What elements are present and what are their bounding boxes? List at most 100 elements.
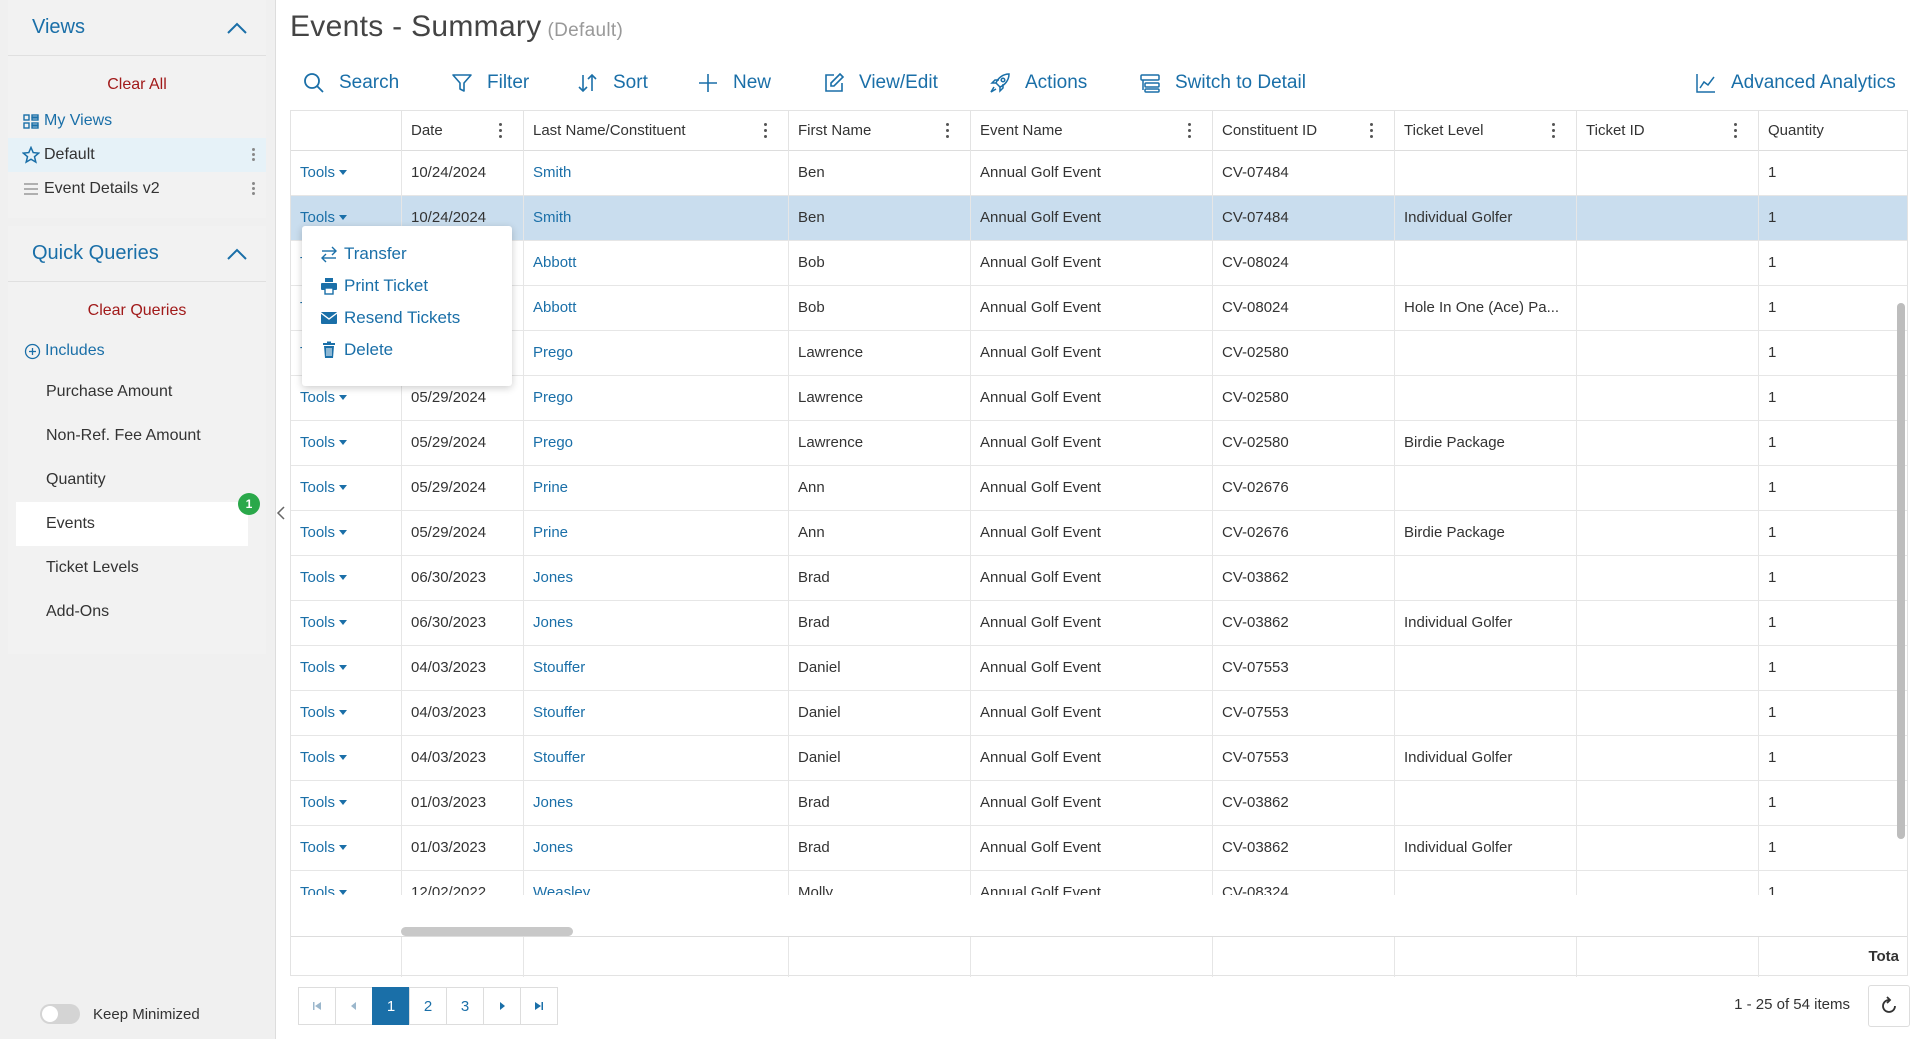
cell-last[interactable]: Jones <box>523 826 788 870</box>
cell-last[interactable]: Jones <box>523 781 788 825</box>
cell-last[interactable]: Jones <box>523 601 788 645</box>
row-tools-button[interactable]: Tools <box>291 646 401 690</box>
menu-item-transfer[interactable]: Transfer <box>302 238 512 270</box>
table-row[interactable]: Tools 06/30/2023 Jones Brad Annual Golf Even… <box>291 556 1907 601</box>
clear-all-link[interactable]: Clear All <box>8 76 266 94</box>
table-row[interactable]: Tools 10/24/2024 Smith Ben Annual Golf Event… <box>291 196 1907 241</box>
table-row[interactable]: Tools 05/29/2024 Prine Ann Annual Golf Event… <box>291 511 1907 556</box>
table-row[interactable]: Tools 10/24/2024 Smith Ben Annual Golf Event… <box>291 151 1907 196</box>
table-row[interactable]: Tools 05/29/2024 Prine Ann Annual Golf Event… <box>291 466 1907 511</box>
cell-last[interactable]: Smith <box>523 151 788 195</box>
last-page-button[interactable] <box>520 987 558 1025</box>
actions-button[interactable]: Actions <box>989 66 1087 100</box>
query-ticket-levels[interactable]: Ticket Levels <box>8 546 266 590</box>
view-item-default[interactable]: Default <box>8 138 266 172</box>
column-header-constituent-id[interactable]: Constituent ID <box>1212 111 1394 151</box>
column-menu-icon[interactable] <box>764 123 768 141</box>
column-header-first-name[interactable]: First Name <box>788 111 970 151</box>
first-page-button[interactable] <box>298 987 336 1025</box>
query-events[interactable]: Events 1 <box>16 493 260 546</box>
table-row[interactable]: Tools 04/03/2023 Stouffer Daniel Annual Golf… <box>291 736 1907 781</box>
sort-button[interactable]: Sort <box>577 66 648 100</box>
vertical-scrollbar[interactable] <box>1897 151 1907 895</box>
keep-minimized[interactable]: Keep Minimized <box>40 1004 200 1024</box>
menu-item-resend-tickets[interactable]: Resend Tickets <box>302 302 512 334</box>
row-tools-button[interactable]: Tools <box>291 826 401 870</box>
table-row[interactable]: Tools 12/02/2022 Weasley Molly Annual Golf E… <box>291 871 1907 895</box>
table-row[interactable]: Tools 04/03/2023 Stouffer Daniel Annual Golf… <box>291 691 1907 736</box>
advanced-analytics-button[interactable]: Advanced Analytics <box>1695 66 1896 100</box>
keep-minimized-toggle[interactable] <box>40 1004 80 1024</box>
menu-item-print-ticket[interactable]: Print Ticket <box>302 270 512 302</box>
view-item-event-details-v2[interactable]: Event Details v2 <box>8 172 266 206</box>
row-tools-button[interactable]: Tools <box>291 511 401 555</box>
chevron-up-icon[interactable] <box>226 247 248 261</box>
more-options-icon[interactable] <box>250 180 256 198</box>
page-2-button[interactable]: 2 <box>409 987 447 1025</box>
cell-last[interactable]: Abbott <box>523 241 788 285</box>
horizontal-scroll-thumb[interactable] <box>401 927 573 936</box>
filter-button[interactable]: Filter <box>451 66 529 100</box>
query-quantity[interactable]: Quantity <box>8 458 266 502</box>
cell-last[interactable]: Prego <box>523 421 788 465</box>
cell-last[interactable]: Weasley <box>523 871 788 895</box>
view-item-my-views[interactable]: My Views <box>8 104 266 138</box>
includes-toggle[interactable]: Includes <box>8 336 266 366</box>
column-menu-icon[interactable] <box>1552 123 1556 141</box>
cell-last[interactable]: Stouffer <box>523 736 788 780</box>
query-add-ons[interactable]: Add-Ons <box>8 590 266 634</box>
table-row[interactable]: ToolsAbbottBobAnnual Golf EventCV-08024H… <box>291 286 1907 331</box>
switch-to-detail-button[interactable]: Switch to Detail <box>1139 66 1306 100</box>
cell-last[interactable]: Jones <box>523 556 788 600</box>
row-tools-button[interactable]: Tools <box>291 556 401 600</box>
cell-last[interactable]: Prine <box>523 466 788 510</box>
query-purchase-amount[interactable]: Purchase Amount <box>8 370 266 414</box>
cell-last[interactable]: Prine <box>523 511 788 555</box>
cell-last[interactable]: Stouffer <box>523 646 788 690</box>
table-row[interactable]: Tools 05/29/2024 Prego Lawrence Annual Golf … <box>291 376 1907 421</box>
page-1-button[interactable]: 1 <box>372 987 410 1025</box>
row-tools-button[interactable]: Tools <box>291 691 401 735</box>
vertical-scroll-thumb[interactable] <box>1897 303 1905 839</box>
quick-queries-header[interactable]: Quick Queries <box>8 226 266 282</box>
more-options-icon[interactable] <box>250 146 256 164</box>
column-menu-icon[interactable] <box>1734 123 1738 141</box>
menu-item-delete[interactable]: Delete <box>302 334 512 366</box>
column-header-date[interactable]: Date <box>401 111 523 151</box>
prev-page-button[interactable] <box>335 987 373 1025</box>
cell-last[interactable]: Prego <box>523 331 788 375</box>
table-row[interactable]: Tools 04/03/2023 Stouffer Daniel Annual Golf… <box>291 646 1907 691</box>
row-tools-button[interactable]: Tools <box>291 151 401 195</box>
row-tools-button[interactable]: Tools <box>291 871 401 895</box>
cell-last[interactable]: Abbott <box>523 286 788 330</box>
row-tools-button[interactable]: Tools <box>291 781 401 825</box>
table-row[interactable]: Tools 01/03/2023 Jones Brad Annual Golf Even… <box>291 781 1907 826</box>
column-menu-icon[interactable] <box>499 123 503 141</box>
next-page-button[interactable] <box>483 987 521 1025</box>
row-tools-button[interactable]: Tools <box>291 736 401 780</box>
refresh-button[interactable] <box>1868 985 1910 1027</box>
query-non-ref-fee-amount[interactable]: Non-Ref. Fee Amount <box>8 414 266 458</box>
table-row[interactable]: Tools 01/03/2023 Jones Brad Annual Golf Even… <box>291 826 1907 871</box>
column-menu-icon[interactable] <box>946 123 950 141</box>
column-header-last-name[interactable]: Last Name/Constituent <box>523 111 788 151</box>
table-row[interactable]: Tools 06/30/2023 Jones Brad Annual Golf Even… <box>291 601 1907 646</box>
cell-last[interactable]: Prego <box>523 376 788 420</box>
chevron-up-icon[interactable] <box>226 21 248 35</box>
row-tools-button[interactable]: Tools <box>291 601 401 645</box>
collapse-sidebar-icon[interactable] <box>276 505 286 521</box>
views-panel-header[interactable]: Views <box>8 0 266 56</box>
search-button[interactable]: Search <box>303 66 399 100</box>
column-header-ticket-id[interactable]: Ticket ID <box>1576 111 1758 151</box>
row-tools-button[interactable]: Tools <box>291 466 401 510</box>
column-header-quantity[interactable]: Quantity <box>1758 111 1907 151</box>
page-3-button[interactable]: 3 <box>446 987 484 1025</box>
row-tools-button[interactable]: Tools <box>291 421 401 465</box>
table-row[interactable]: ToolsAbbottBobAnnual Golf EventCV-080241 <box>291 241 1907 286</box>
clear-queries-link[interactable]: Clear Queries <box>8 302 266 320</box>
view-edit-button[interactable]: View/Edit <box>823 66 938 100</box>
new-button[interactable]: New <box>697 66 771 100</box>
column-header-event-name[interactable]: Event Name <box>970 111 1212 151</box>
table-row[interactable]: ToolsPregoLawrenceAnnual Golf EventCV-02… <box>291 331 1907 376</box>
table-row[interactable]: Tools 05/29/2024 Prego Lawrence Annual Golf … <box>291 421 1907 466</box>
